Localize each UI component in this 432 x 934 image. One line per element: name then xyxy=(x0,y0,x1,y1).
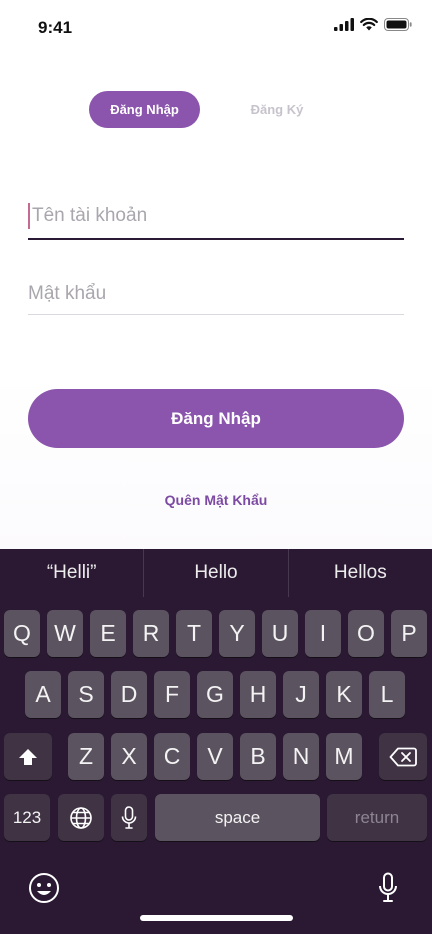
key-y[interactable]: Y xyxy=(219,610,255,657)
key-i[interactable]: I xyxy=(305,610,341,657)
key-d[interactable]: D xyxy=(111,671,147,718)
suggestion-bar: “Helli” Hello Hellos xyxy=(0,549,432,597)
key-q[interactable]: Q xyxy=(4,610,40,657)
username-input[interactable] xyxy=(28,196,404,236)
keyboard: “Helli” Hello Hellos Q W E R T Y U I O P… xyxy=(0,549,432,934)
key-c[interactable]: C xyxy=(154,733,190,780)
globe-icon xyxy=(70,806,92,829)
key-b[interactable]: B xyxy=(240,733,276,780)
key-f[interactable]: F xyxy=(154,671,190,718)
text-cursor xyxy=(28,203,30,229)
suggestion-item[interactable]: “Helli” xyxy=(0,549,145,597)
globe-key[interactable] xyxy=(58,794,104,841)
key-s[interactable]: S xyxy=(68,671,104,718)
forgot-password-link[interactable]: Quên Mật Khẩu xyxy=(0,492,432,508)
auth-tabs: Đăng Nhập Đăng Ký xyxy=(89,91,339,128)
key-h[interactable]: H xyxy=(240,671,276,718)
key-l[interactable]: L xyxy=(369,671,405,718)
status-bar: 9:41 xyxy=(0,0,432,54)
battery-icon xyxy=(384,18,412,31)
key-v[interactable]: V xyxy=(197,733,233,780)
return-key[interactable]: return xyxy=(327,794,427,841)
cellular-signal-icon xyxy=(334,18,354,31)
suggestion-item[interactable]: Hello xyxy=(144,549,289,597)
key-n[interactable]: N xyxy=(283,733,319,780)
username-field[interactable] xyxy=(28,196,404,240)
key-t[interactable]: T xyxy=(176,610,212,657)
key-m[interactable]: M xyxy=(326,733,362,780)
key-x[interactable]: X xyxy=(111,733,147,780)
login-button[interactable]: Đăng Nhập xyxy=(28,389,404,448)
key-a[interactable]: A xyxy=(25,671,61,718)
key-e[interactable]: E xyxy=(90,610,126,657)
keyboard-microphone-icon[interactable] xyxy=(378,872,398,909)
key-z[interactable]: Z xyxy=(68,733,104,780)
backspace-icon xyxy=(389,747,417,766)
wifi-icon xyxy=(360,18,378,31)
key-u[interactable]: U xyxy=(262,610,298,657)
key-j[interactable]: J xyxy=(283,671,319,718)
key-k[interactable]: K xyxy=(326,671,362,718)
key-o[interactable]: O xyxy=(348,610,384,657)
dictation-key[interactable] xyxy=(111,794,147,841)
status-time: 9:41 xyxy=(38,18,73,37)
key-p[interactable]: P xyxy=(391,610,427,657)
home-indicator xyxy=(140,915,293,921)
suggestion-item[interactable]: Hellos xyxy=(289,549,432,597)
microphone-icon xyxy=(121,805,137,829)
password-input[interactable] xyxy=(28,276,404,312)
key-r[interactable]: R xyxy=(133,610,169,657)
space-key[interactable]: space xyxy=(155,794,320,841)
backspace-key[interactable] xyxy=(379,733,427,780)
login-screen: 9:41 Đăng Nhập Đăng Ký Tên tài khoản Đăn… xyxy=(0,0,432,934)
shift-arrow-icon xyxy=(19,748,37,765)
numbers-key[interactable]: 123 xyxy=(4,794,50,841)
tab-login[interactable]: Đăng Nhập xyxy=(89,91,200,128)
tab-register[interactable]: Đăng Ký xyxy=(217,91,337,128)
key-g[interactable]: G xyxy=(197,671,233,718)
status-icons xyxy=(334,18,412,31)
shift-key[interactable] xyxy=(4,733,52,780)
emoji-icon[interactable] xyxy=(28,872,60,909)
key-w[interactable]: W xyxy=(47,610,83,657)
password-field[interactable] xyxy=(28,276,404,315)
